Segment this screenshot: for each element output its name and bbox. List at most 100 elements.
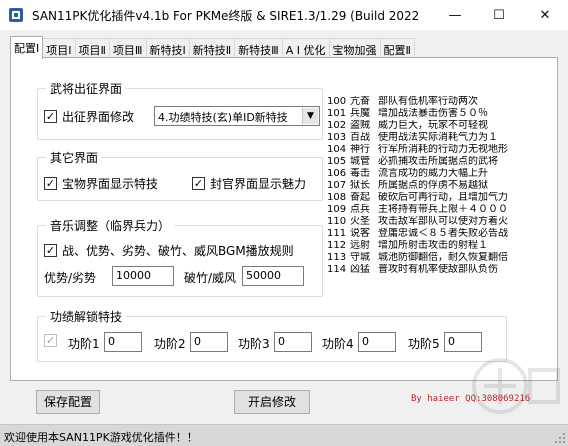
maximize-button[interactable]: ☐	[476, 0, 522, 30]
list-item: 108 奋起 破砍后可再行动，且增加气力	[327, 192, 559, 204]
group-music: 音乐调整（临界兵力） 战、优势、劣势、破竹、威风BGM播放规则 优势/劣势 10…	[37, 217, 323, 297]
checkbox-box[interactable]	[44, 177, 57, 190]
tab-project-1[interactable]: 项目Ⅰ	[42, 38, 76, 59]
maximize-icon: ☐	[493, 7, 505, 23]
checkbox-box[interactable]	[44, 244, 57, 257]
list-item: 111 说客 登庸忠诚＜８５者失败必告战	[327, 228, 559, 240]
bgm-rule-label: 战、优势、劣势、破竹、威风BGM播放规则	[62, 244, 294, 258]
group-expedition: 武将出征界面 出征界面修改 4.功绩特技(玄)单ID新特技 ▼	[37, 80, 323, 140]
window-title: SAN11PK优化插件v4.1b For PKMe终版 & SIRE1.3/1.…	[32, 9, 420, 23]
group-title-other: 其它界面	[46, 149, 103, 166]
skill-id: 108	[327, 192, 347, 203]
merit-stage-label: 功阶1	[68, 337, 100, 351]
tab-new-skill-3[interactable]: 新特技Ⅲ	[234, 38, 283, 59]
tab-config-2[interactable]: 配置Ⅱ	[379, 38, 415, 59]
skill-id: 107	[327, 180, 347, 191]
breakthrough-label: 破竹/威风	[184, 271, 237, 285]
tab-treasure-boost[interactable]: 宝物加强	[328, 38, 381, 59]
skill-name: 火圣	[350, 216, 370, 227]
list-item: 105 城管 必抓捕攻击所属据点的武将	[327, 156, 559, 168]
skill-desc: 攻击敌军部队可以使对方着火	[378, 216, 508, 227]
tab-project-3[interactable]: 项目Ⅲ	[108, 38, 147, 59]
advantage-label: 优势/劣势	[44, 271, 97, 285]
merit-checkbox[interactable]	[44, 334, 62, 347]
treasure-skill-checkbox[interactable]: 宝物界面显示特技	[44, 175, 158, 192]
skill-desc: 增加战法暴击伤害５０％	[378, 108, 488, 119]
skill-desc: 所属据点的俘虏不易越狱	[378, 180, 488, 191]
tab-new-skill-1[interactable]: 新特技Ⅰ	[145, 38, 190, 59]
rank-charm-checkbox[interactable]: 封官界面显示魅力	[192, 175, 306, 192]
checkbox-box[interactable]	[192, 177, 205, 190]
skill-desc: 登庸忠诚＜８５者失败必告战	[378, 228, 508, 239]
breakthrough-input[interactable]: 50000	[242, 266, 304, 286]
expedition-ui-checkbox[interactable]: 出征界面修改	[44, 108, 134, 125]
minimize-button[interactable]: —	[432, 0, 478, 30]
merit-stage-label: 功阶3	[238, 337, 270, 351]
chevron-down-icon[interactable]: ▼	[302, 108, 318, 124]
advantage-input[interactable]: 10000	[112, 266, 174, 286]
group-title-music: 音乐调整（临界兵力）	[46, 217, 175, 234]
merit-stage-input[interactable]: 0	[444, 332, 482, 352]
save-config-button[interactable]: 保存配置	[36, 390, 100, 414]
tab-ai-optimize[interactable]: A I 优化	[281, 38, 330, 59]
skill-desc: 增加所射击攻击的射程１	[378, 240, 488, 251]
skill-name: 凶猛	[350, 264, 370, 275]
close-button[interactable]: ✕	[522, 0, 568, 30]
resize-grip-icon[interactable]	[554, 432, 566, 444]
skill-id: 113	[327, 252, 347, 263]
skill-id: 111	[327, 228, 347, 239]
apply-changes-button[interactable]: 开启修改	[234, 390, 310, 414]
merit-stage-input[interactable]: 0	[190, 332, 228, 352]
close-icon: ✕	[539, 7, 551, 23]
expedition-mode-value: 4.功绩特技(玄)单ID新特技	[158, 111, 288, 124]
skill-id: 104	[327, 144, 347, 155]
skill-name: 盗贼	[350, 120, 370, 131]
group-title-expedition: 武将出征界面	[46, 80, 127, 97]
status-bar: 欢迎使用本SAN11PK游戏优化插件！！	[0, 424, 568, 446]
skill-id: 112	[327, 240, 347, 251]
skill-id: 106	[327, 168, 347, 179]
merit-stage-input[interactable]: 0	[358, 332, 396, 352]
skill-desc: 普攻时有机率使敌部队负伤	[378, 264, 498, 275]
list-item: 104 神行 行军所消耗的行动力无视地形	[327, 144, 559, 156]
skill-id: 101	[327, 108, 347, 119]
bgm-rule-checkbox[interactable]: 战、优势、劣势、破竹、威风BGM播放规则	[44, 242, 294, 259]
skill-desc: 城池防御翻倍，耐久恢复翻倍	[378, 252, 508, 263]
skill-name: 守城	[350, 252, 370, 263]
skill-id: 100	[327, 96, 347, 107]
tab-new-skill-2[interactable]: 新特技Ⅱ	[188, 38, 236, 59]
list-item: 110 火圣 攻击敌军部队可以使对方着火	[327, 216, 559, 228]
skill-desc: 使用战法实际消耗气力为１	[378, 132, 498, 143]
tab-config-1[interactable]: 配置Ⅰ	[10, 36, 44, 59]
skill-name: 奋起	[350, 192, 370, 203]
merit-stage-value: 0	[278, 335, 285, 348]
treasure-skill-label: 宝物界面显示特技	[62, 177, 159, 191]
expedition-mode-select[interactable]: 4.功绩特技(玄)单ID新特技 ▼	[154, 106, 320, 126]
merit-stage-value: 0	[194, 335, 201, 348]
list-item: 106 毒击 流言成功的威力大幅上升	[327, 168, 559, 180]
list-item: 100 亢奋 部队有低机率行动两次	[327, 96, 559, 108]
checkbox-box[interactable]	[44, 110, 57, 123]
tab-panel-config-1: 武将出征界面 出征界面修改 4.功绩特技(玄)单ID新特技 ▼ 其它界面 宝物界…	[10, 57, 559, 404]
skill-name: 亢奋	[350, 96, 370, 107]
tab-strip: 配置Ⅰ 项目Ⅰ 项目Ⅱ 项目Ⅲ 新特技Ⅰ 新特技Ⅱ 新特技Ⅲ A I 优化 宝物…	[10, 36, 415, 59]
expedition-ui-label: 出征界面修改	[62, 110, 135, 124]
skill-id: 102	[327, 120, 347, 131]
skill-desc: 威力巨大，玩家不可轻视	[378, 120, 488, 131]
title-bar: SAN11PK优化插件v4.1b For PKMe终版 & SIRE1.3/1.…	[0, 0, 568, 30]
skill-name: 点兵	[350, 204, 370, 215]
skill-name: 兵魔	[350, 108, 370, 119]
skill-name: 毒击	[350, 168, 370, 179]
skill-desc: 破砍后可再行动，且增加气力	[378, 192, 508, 203]
tab-project-2[interactable]: 项目Ⅱ	[74, 38, 110, 59]
merit-stage-label: 功阶5	[408, 337, 440, 351]
skill-desc: 部队有低机率行动两次	[378, 96, 478, 107]
skill-list: 100 亢奋 部队有低机率行动两次 101 兵魔 增加战法暴击伤害５０％ 102 盗贼 威力…	[327, 96, 559, 292]
status-text: 欢迎使用本SAN11PK游戏优化插件！！	[4, 431, 198, 444]
group-title-merit: 功绩解锁特技	[46, 308, 127, 325]
merit-stage-input[interactable]: 0	[274, 332, 312, 352]
checkbox-box[interactable]	[44, 334, 57, 347]
merit-stage-input[interactable]: 0	[104, 332, 142, 352]
skill-name: 城管	[350, 156, 370, 167]
skill-desc: 必抓捕攻击所属据点的武将	[378, 156, 498, 167]
